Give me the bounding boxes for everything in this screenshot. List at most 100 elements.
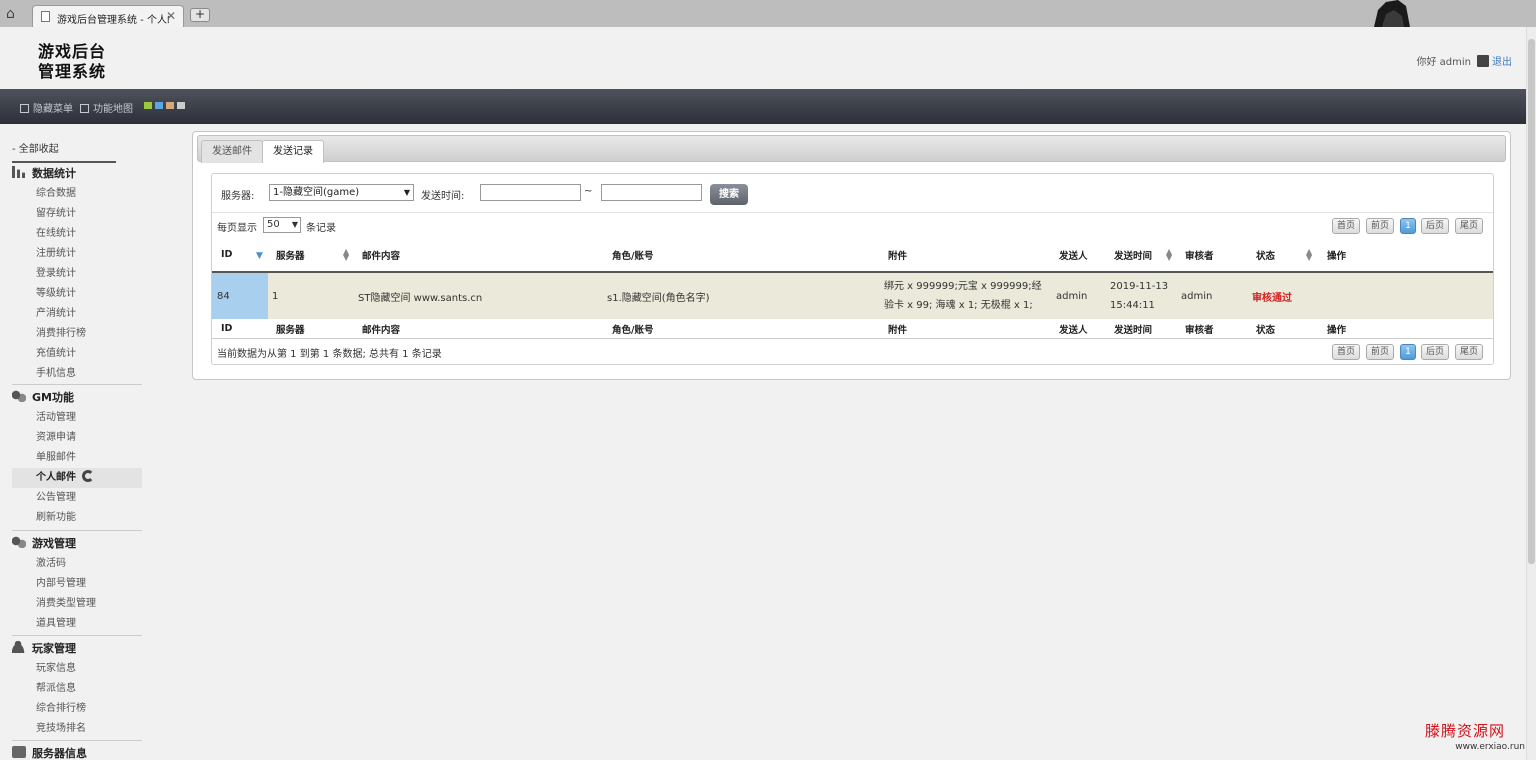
sidebar-item[interactable]: 登录统计 [12,264,142,284]
sidebar-item[interactable]: 手机信息 [12,364,142,384]
server-select[interactable]: 1-隐藏空间(game) ▼ [269,184,414,201]
foot-col-action: 操作 [1327,324,1347,336]
records-summary: 当前数据为从第 1 到第 1 条数据; 总共有 1 条记录 [217,349,442,360]
close-tab-icon[interactable]: ✕ [166,9,176,23]
sidebar-item[interactable]: 竞技场排名 [12,719,142,739]
col-content[interactable]: 邮件内容 [362,238,400,271]
theme-swatch-tan[interactable] [166,102,174,109]
scrollbar-thumb[interactable] [1528,39,1535,564]
sidebar-section-title[interactable]: 服务器信息 [12,744,142,760]
sidebar-item[interactable]: 消费类型管理 [12,594,142,614]
logo-line-2: 管理系统 [38,62,107,81]
prev-page-button[interactable]: 前页 [1366,218,1394,234]
sidebar-section-title[interactable]: 玩家管理 [12,639,142,659]
sidebar-item[interactable]: 综合数据 [12,184,142,204]
browser-tab[interactable]: 游戏后台管理系统 - 个人邮件 ✕ [32,5,184,27]
sidebar-item[interactable]: 内部号管理 [12,574,142,594]
theme-swatch-gray[interactable] [177,102,185,109]
cell-id: 84 [212,273,268,319]
col-reviewer[interactable]: 审核者 [1185,238,1214,271]
sidebar-item[interactable]: 综合排行榜 [12,699,142,719]
sidebar-item[interactable]: 消费排行榜 [12,324,142,344]
sidebar-item[interactable]: 激活码 [12,554,142,574]
col-status[interactable]: 状态 [1256,238,1275,271]
col-attachment[interactable]: 附件 [888,238,907,271]
cell-server: 1 [272,290,279,302]
current-page-button[interactable]: 1 [1400,218,1416,234]
table-row[interactable]: 84 1 ST隐藏空间 www.sants.cn s1.隐藏空间(角色名字) 绑… [212,273,1493,319]
prev-page-button[interactable]: 前页 [1366,344,1394,360]
sort-icon[interactable]: ▲ ▼ [1166,248,1172,262]
col-send-time[interactable]: 发送时间 [1114,238,1152,271]
theme-swatch-blue[interactable] [155,102,163,109]
page-size-select[interactable]: 50 ▼ [263,217,301,233]
sidebar-section-title[interactable]: 数据统计 [12,164,142,184]
first-page-button[interactable]: 首页 [1332,344,1360,360]
sidebar-item-personal-mail[interactable]: 个人邮件 [12,468,142,488]
cell-sender: admin [1056,290,1088,302]
sort-icon[interactable]: ▲ ▼ [1306,248,1312,262]
sidebar-item[interactable]: 活动管理 [12,408,142,428]
sidebar-item[interactable]: 留存统计 [12,204,142,224]
function-map-button[interactable]: 功能地图 [80,100,133,115]
col-role[interactable]: 角色/账号 [612,238,653,271]
gears-icon [12,390,26,402]
page-size-prefix: 每页显示 [217,223,257,234]
last-page-button[interactable]: 尾页 [1455,218,1483,234]
sidebar-item[interactable]: 在线统计 [12,224,142,244]
home-icon[interactable]: ⌂ [6,7,22,21]
panel-tab-bar: 发送邮件 发送记录 [197,135,1506,163]
sidebar-item[interactable]: 产消统计 [12,304,142,324]
sidebar-item[interactable]: 充值统计 [12,344,142,364]
search-button[interactable]: 搜索 [710,184,748,205]
sort-icon[interactable]: ▲ ▼ [343,248,349,262]
tab-send-mail[interactable]: 发送邮件 [201,140,263,163]
hide-menu-button[interactable]: 隐藏菜单 [20,100,73,115]
last-page-button[interactable]: 尾页 [1455,344,1483,360]
col-sender[interactable]: 发送人 [1059,238,1088,271]
theme-swatch-green[interactable] [144,102,152,109]
sidebar-section-gm: GM功能 活动管理 资源申请 单服邮件 个人邮件 公告管理 刷新功能 [12,388,142,528]
hide-menu-label: 隐藏菜单 [33,104,73,115]
function-map-label: 功能地图 [93,104,133,115]
sidebar-item[interactable]: 等级统计 [12,284,142,304]
sidebar-item[interactable]: 注册统计 [12,244,142,264]
foot-col-attachment: 附件 [888,324,908,336]
range-separator: ~ [584,186,593,197]
sidebar-section-title[interactable]: 游戏管理 [12,534,142,554]
tab-send-records[interactable]: 发送记录 [262,140,324,163]
sidebar-item[interactable]: 道具管理 [12,614,142,634]
current-page-button[interactable]: 1 [1400,344,1416,360]
dropdown-arrow-icon: ▼ [291,220,298,229]
sort-desc-icon[interactable]: ▼ [256,252,263,261]
next-page-button[interactable]: 后页 [1421,218,1449,234]
sidebar-section-title[interactable]: GM功能 [12,388,142,408]
first-page-button[interactable]: 首页 [1332,218,1360,234]
vertical-scrollbar[interactable] [1526,27,1536,760]
filter-bar: 服务器: 1-隐藏空间(game) ▼ 发送时间: ~ 搜索 [212,174,1493,213]
top-pager-bar: 每页显示 50 ▼ 条记录 首页 前页 1 后页 尾页 [212,213,1493,238]
time-to-input[interactable] [601,184,702,201]
sidebar-item[interactable]: 玩家信息 [12,659,142,679]
send-time-label: 发送时间: [421,191,465,202]
logout-link[interactable]: 退出 [1492,57,1512,68]
foot-col-status: 状态 [1256,324,1276,336]
bottom-pager-bar: 当前数据为从第 1 到第 1 条数据; 总共有 1 条记录 首页 前页 1 后页… [212,339,1493,364]
sidebar-item[interactable]: 刷新功能 [12,508,142,528]
col-action[interactable]: 操作 [1327,238,1346,271]
sidebar-divider [12,530,142,531]
watermark: 滕腾资源网 www.erxiao.run [1425,720,1525,752]
col-server[interactable]: 服务器 [276,238,346,271]
time-from-input[interactable] [480,184,581,201]
collapse-all-button[interactable]: - 全部收起 [12,140,116,163]
col-id[interactable]: ID [221,238,261,271]
sidebar-item[interactable]: 资源申请 [12,428,142,448]
sidebar-item[interactable]: 单服邮件 [12,448,142,468]
new-tab-button[interactable]: + [190,8,210,22]
sidebar-item[interactable]: 公告管理 [12,488,142,508]
sidebar-item[interactable]: 帮派信息 [12,679,142,699]
dropdown-arrow-icon: ▼ [403,188,410,197]
app-logo[interactable]: 游戏后台 管理系统 [38,42,138,82]
logout-icon[interactable] [1477,55,1489,67]
next-page-button[interactable]: 后页 [1421,344,1449,360]
